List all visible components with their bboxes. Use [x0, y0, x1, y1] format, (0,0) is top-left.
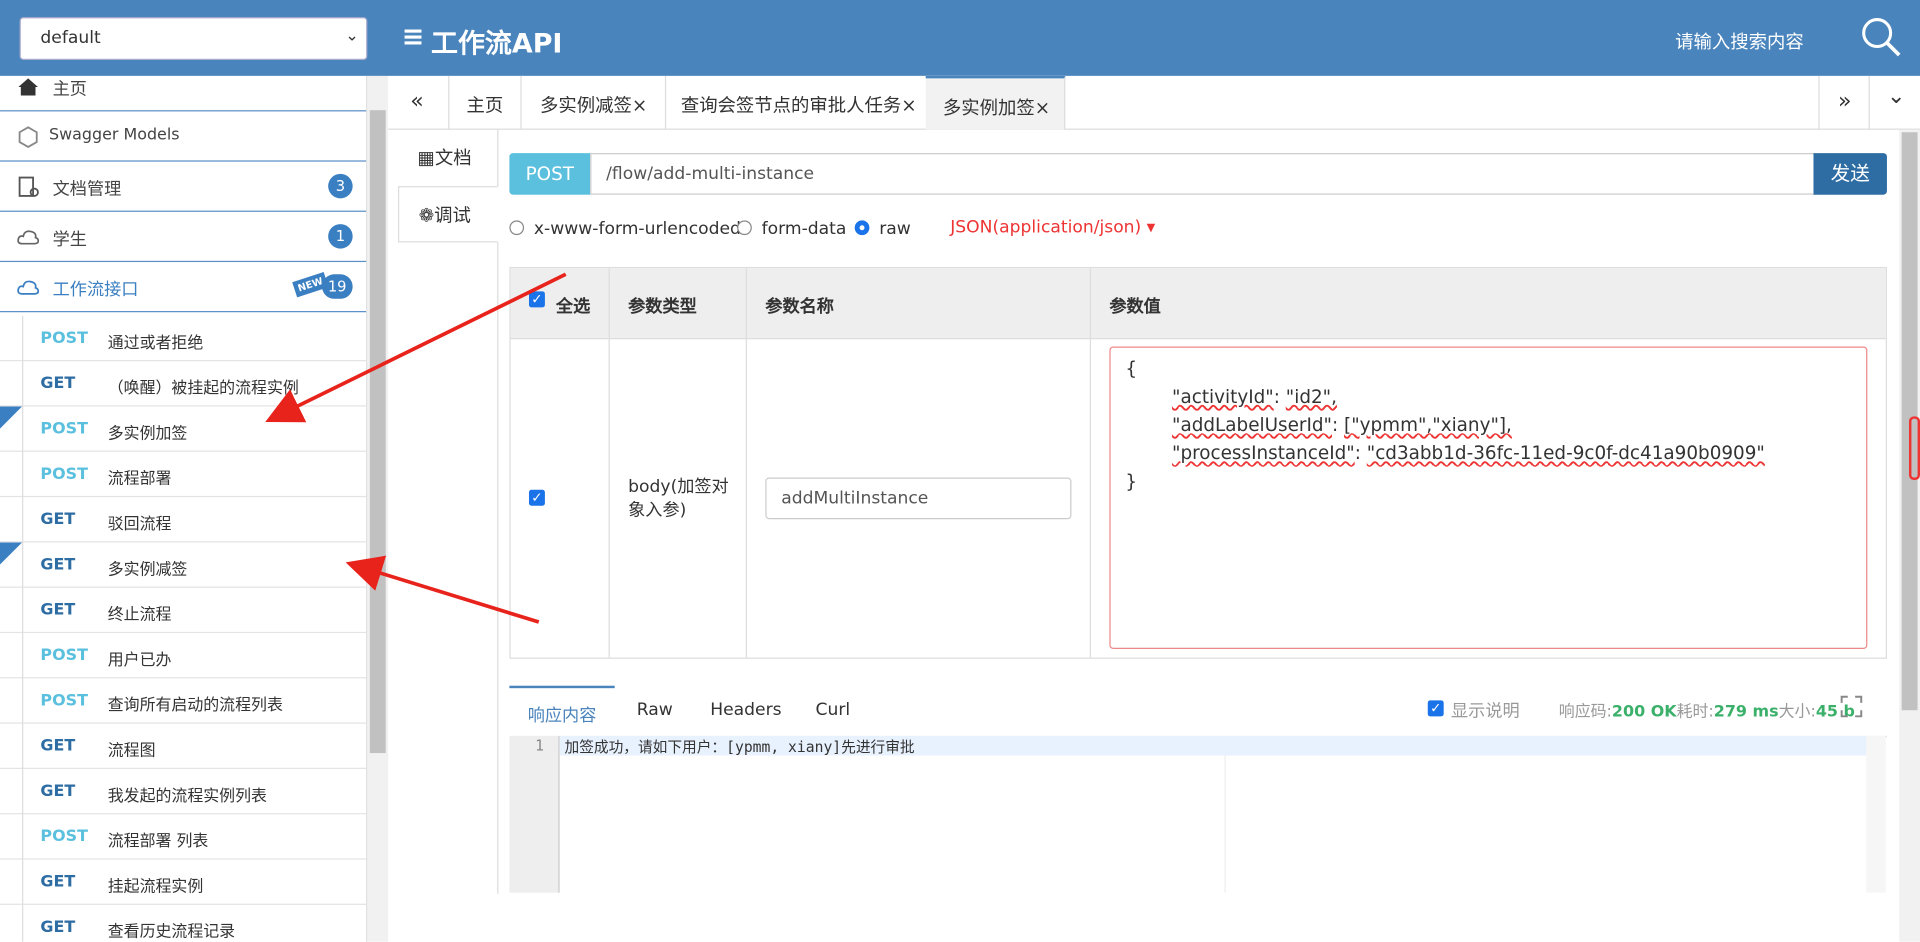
arrow-to-add [265, 272, 567, 423]
arrow-to-remove [345, 555, 540, 624]
annotation-arrows [265, 272, 567, 624]
